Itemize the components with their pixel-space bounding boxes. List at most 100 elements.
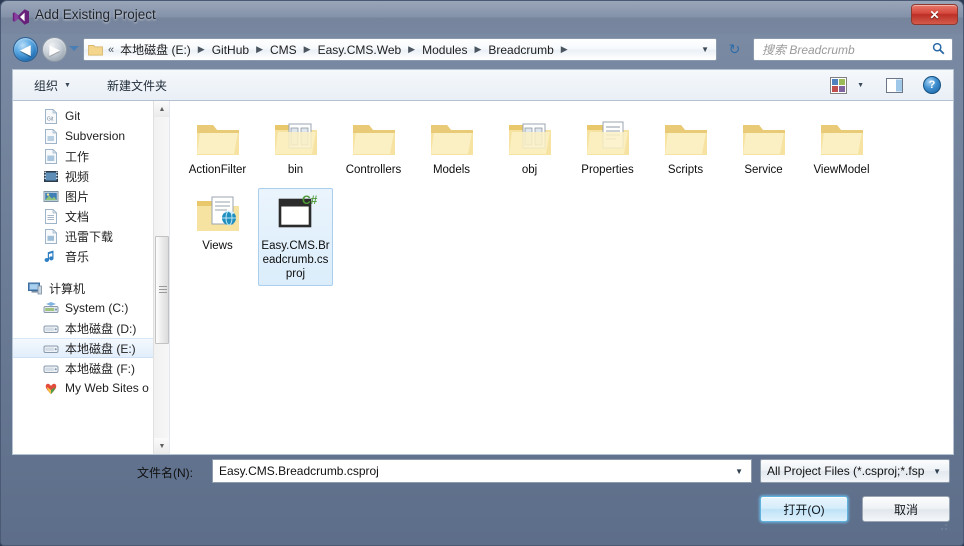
folder-icon	[196, 125, 239, 155]
address-bar[interactable]: « 本地磁盘 (E:) ▶ GitHub ▶ CMS ▶ Easy.CMS.We…	[83, 38, 717, 61]
git-folder-icon: Git	[45, 108, 58, 124]
sidebar-item-pictures[interactable]: 图片	[13, 186, 169, 206]
sidebar-item-work[interactable]: 工作	[13, 146, 169, 166]
file-label: obj	[521, 164, 538, 176]
file-label: Scripts	[667, 164, 704, 176]
sidebar-group-computer[interactable]: 计算机	[13, 278, 169, 298]
view-mode-icon[interactable]	[830, 76, 848, 94]
view-mode-chevron-down-icon[interactable]: ▼	[857, 82, 864, 89]
file-item-viewmodel[interactable]: ViewModel	[804, 112, 879, 182]
forward-button[interactable]: ▶	[42, 37, 67, 62]
breadcrumb-item-2[interactable]: CMS	[268, 42, 299, 58]
file-item-views[interactable]: Views	[180, 188, 255, 286]
breadcrumb-item-5[interactable]: Breadcrumb	[486, 42, 555, 58]
address-dropdown-icon[interactable]: ▼	[701, 45, 709, 54]
window-title: Add Existing Project	[35, 7, 156, 22]
visual-studio-icon	[12, 9, 30, 25]
file-item-csproj[interactable]: C# Easy.CMS.Breadcrumb.csproj	[258, 188, 333, 286]
sidebar-item-label: 迅雷下载	[65, 229, 114, 244]
sidebar-item-videos[interactable]: 视频	[13, 166, 169, 186]
sidebar-item-label: 视频	[65, 169, 90, 184]
help-icon[interactable]: ?	[923, 76, 941, 94]
file-item-models[interactable]: Models	[414, 112, 489, 182]
preview-pane-icon[interactable]	[886, 77, 903, 93]
scrollbar-grip-icon	[159, 286, 167, 294]
sidebar-item-my-web-sites[interactable]: My Web Sites o	[13, 378, 169, 398]
chevron-down-icon: ▼	[933, 466, 941, 476]
sidebar-item-system-c[interactable]: System (C:)	[13, 298, 169, 318]
filename-value[interactable]: Easy.CMS.Breadcrumb.csproj	[219, 464, 735, 478]
file-item-scripts[interactable]: Scripts	[648, 112, 723, 182]
file-label: Properties	[581, 164, 634, 176]
cancel-button[interactable]: 取消	[862, 496, 950, 522]
downloads-icon	[45, 228, 58, 244]
command-toolbar: 组织 ▼ 新建文件夹 ▼ ?	[12, 69, 954, 100]
sidebar-item-label: 工作	[65, 149, 90, 164]
folder-icon	[430, 125, 473, 155]
folder-binary-icon	[274, 123, 317, 155]
breadcrumb-item-4[interactable]: Modules	[420, 42, 469, 58]
file-item-actionfilter[interactable]: ActionFilter	[180, 112, 255, 182]
sidebar-item-music[interactable]: 音乐	[13, 246, 169, 266]
breadcrumb-overflow-icon[interactable]: «	[108, 44, 114, 56]
file-item-service[interactable]: Service	[726, 112, 801, 182]
folder-web-icon	[196, 196, 239, 231]
new-folder-button[interactable]: 新建文件夹	[100, 74, 174, 97]
sidebar-list: Git Git Subversion 工作 视频 图片 文档 迅雷下载 音乐 计…	[13, 101, 169, 398]
filename-chevron-down-icon[interactable]: ▼	[735, 467, 743, 476]
file-item-properties[interactable]: Properties	[570, 112, 645, 182]
open-button[interactable]: 打开(O)	[760, 496, 848, 522]
close-button[interactable]: ✕	[911, 4, 958, 25]
chevron-down-icon: ▼	[64, 81, 71, 89]
search-box[interactable]: 搜索 Breadcrumb	[753, 38, 953, 61]
file-item-bin[interactable]: bin	[258, 112, 333, 182]
sidebar-item-label: 计算机	[49, 281, 86, 296]
forward-arrow-icon: ▶	[49, 41, 60, 57]
sidebar-item-label: 音乐	[65, 249, 90, 264]
breadcrumb-item-0[interactable]: 本地磁盘 (E:)	[118, 40, 193, 59]
drive-icon	[43, 365, 59, 373]
folder-icon	[820, 125, 863, 155]
navigation-bar: ◀ ▶ « 本地磁盘 (E:) ▶ GitHub ▶ CMS ▶ Easy.CM…	[1, 34, 963, 65]
sidebar-item-drive-e[interactable]: 本地磁盘 (E:)	[13, 338, 169, 358]
close-icon: ✕	[929, 7, 940, 22]
back-button[interactable]: ◀	[13, 37, 38, 62]
sidebar-item-subversion[interactable]: Subversion	[13, 126, 169, 146]
sidebar-item-documents[interactable]: 文档	[13, 206, 169, 226]
sidebar-item-downloads[interactable]: 迅雷下载	[13, 226, 169, 246]
svg-text:C#: C#	[302, 193, 318, 207]
sidebar-item-drive-f[interactable]: 本地磁盘 (F:)	[13, 358, 169, 378]
file-item-obj[interactable]: obj	[492, 112, 567, 182]
computer-icon	[28, 282, 42, 294]
title-bar: Add Existing Project ✕	[1, 1, 963, 34]
sidebar-item-label: Git	[65, 109, 81, 123]
recent-locations-chevron-down-icon[interactable]	[69, 46, 79, 51]
subversion-folder-icon	[45, 128, 58, 144]
breadcrumb-item-3[interactable]: Easy.CMS.Web	[316, 42, 404, 58]
folder-icon	[352, 125, 395, 155]
system-drive-icon	[43, 301, 59, 313]
file-open-dialog: Add Existing Project ✕ ◀ ▶ « 本地磁盘 (E:) ▶…	[0, 0, 964, 546]
sidebar-scrollbar[interactable]: ▲ ▼	[153, 101, 169, 454]
file-type-select[interactable]: All Project Files (*.csproj;*.fsp ▼	[760, 459, 950, 483]
chevron-right-icon: ▶	[303, 44, 311, 54]
search-icon	[932, 42, 945, 58]
sidebar-item-drive-d[interactable]: 本地磁盘 (D:)	[13, 318, 169, 338]
organize-label: 组织	[34, 78, 59, 93]
scroll-up-icon[interactable]: ▲	[154, 101, 169, 117]
my-web-sites-icon	[45, 383, 57, 394]
resize-grip-icon[interactable]	[937, 520, 949, 532]
sidebar-item-label: 图片	[65, 189, 90, 204]
scrollbar-thumb[interactable]	[155, 236, 169, 344]
file-item-controllers[interactable]: Controllers	[336, 112, 411, 182]
refresh-icon[interactable]: ↻	[723, 38, 746, 61]
organize-button[interactable]: 组织 ▼	[27, 74, 78, 97]
sidebar-item-git[interactable]: Git Git	[13, 106, 169, 126]
filename-input[interactable]: Easy.CMS.Breadcrumb.csproj ▼	[212, 459, 752, 483]
pictures-icon	[43, 190, 59, 202]
breadcrumb-item-1[interactable]: GitHub	[210, 42, 251, 58]
file-list-pane[interactable]: ActionFilter bin Controllers Models obj …	[170, 101, 953, 454]
scroll-down-icon[interactable]: ▼	[154, 438, 169, 454]
search-input[interactable]: 搜索 Breadcrumb	[762, 41, 855, 58]
